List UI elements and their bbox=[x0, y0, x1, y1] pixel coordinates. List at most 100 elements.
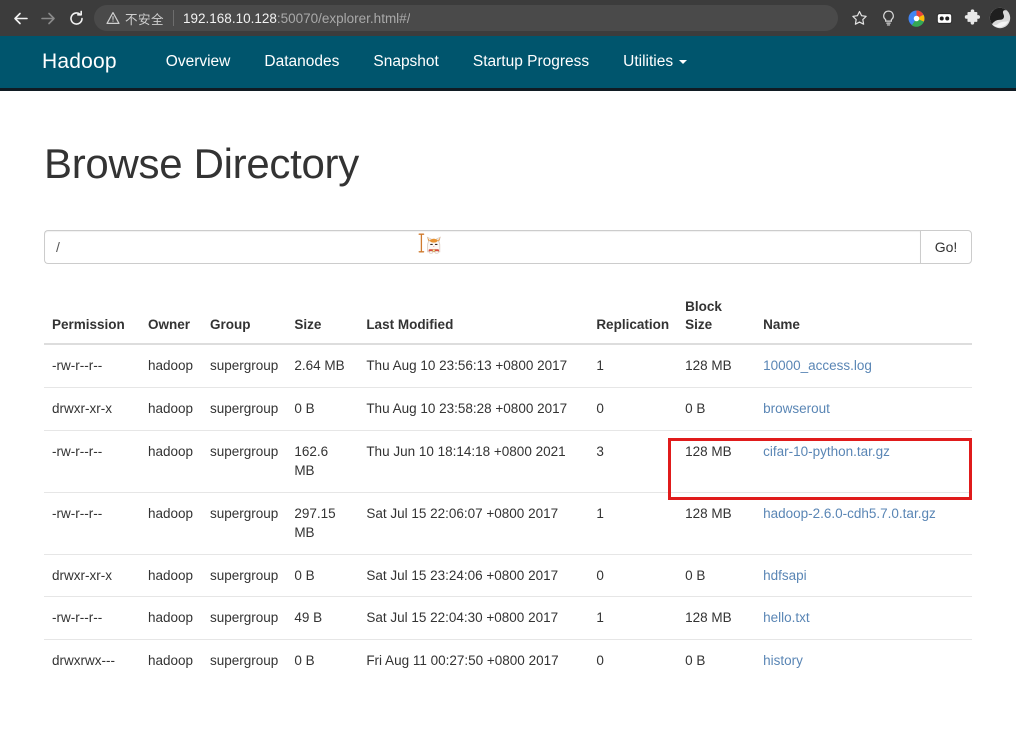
not-secure-warning-icon bbox=[106, 11, 120, 25]
page-title: Browse Directory bbox=[44, 140, 359, 187]
nav-link-overview-label: Overview bbox=[165, 53, 231, 70]
lightbulb-icon[interactable] bbox=[874, 3, 902, 33]
navbar-links: Overview Datanodes Snapshot Startup Prog… bbox=[149, 53, 704, 71]
cell-permission: -rw-r--r-- bbox=[44, 596, 140, 640]
nav-link-startup-progress-label: Startup Progress bbox=[472, 53, 590, 70]
bookmark-star-icon[interactable] bbox=[846, 5, 872, 31]
cell-owner: hadoop bbox=[140, 638, 202, 682]
address-bar-divider bbox=[173, 10, 175, 26]
table-body: -rw-r--r-- hadoop supergroup 2.64 MB Thu Aug… bbox=[44, 344, 972, 682]
page-content: Browse Directory Go! Permission Owner Gr… bbox=[0, 94, 1016, 682]
table-row: -rw-r--r-- hadoop supergroup 297.15 MB Sat J… bbox=[44, 491, 972, 555]
cell-group: supergroup bbox=[202, 553, 287, 597]
table-header: Permission Owner Group Size Last Modifie… bbox=[44, 290, 972, 346]
cell-last-modified: Thu Jun 10 18:14:18 +0800 2021 bbox=[358, 429, 589, 493]
cell-block-size: 128 MB bbox=[685, 358, 732, 374]
puzzle-icon[interactable] bbox=[958, 3, 986, 33]
cell-name: browserout bbox=[755, 387, 972, 431]
cell-group: supergroup bbox=[202, 491, 287, 555]
cell-owner: hadoop bbox=[148, 358, 194, 374]
table-row: drwxr-xr-x hadoop supergroup 0 B Sat Jul 15 … bbox=[44, 553, 972, 597]
nav-link-utilities-label: Utilities bbox=[623, 53, 674, 70]
cell-size: 0 B bbox=[286, 553, 359, 597]
cell-replication: 1 bbox=[596, 358, 604, 374]
hadoop-navbar: Hadoop Overview Datanodes Snapshot Start… bbox=[0, 36, 1016, 91]
cell-replication: 1 bbox=[588, 491, 678, 555]
avatar-icon[interactable] bbox=[986, 3, 1014, 33]
column-header-last-modified: Last Modified bbox=[358, 290, 589, 346]
cell-group: supergroup bbox=[202, 638, 287, 682]
cell-name: hadoop-2.6.0-cdh5.7.0.tar.gz bbox=[755, 491, 972, 555]
nav-link-datanodes[interactable]: Datanodes bbox=[247, 53, 356, 71]
url-host: 192.168.10.128 bbox=[183, 10, 277, 26]
cell-block-size: 0 B bbox=[677, 638, 756, 682]
file-link[interactable]: browserout bbox=[763, 401, 830, 416]
cell-group: supergroup bbox=[210, 358, 279, 374]
cell-block-size: 128 MB bbox=[677, 596, 756, 640]
cell-size: 297.15 MB bbox=[286, 491, 359, 555]
cell-replication: 3 bbox=[588, 429, 678, 493]
file-link[interactable]: hello.txt bbox=[763, 610, 810, 625]
cell-name: cifar-10-python.tar.gz bbox=[755, 429, 972, 493]
table-row: -rw-r--r-- hadoop supergroup 162.6 MB Thu Ju… bbox=[44, 429, 972, 493]
cell-size: 0 B bbox=[286, 638, 359, 682]
cell-group: supergroup bbox=[202, 596, 287, 640]
table-row: -rw-r--r-- hadoop supergroup 49 B Sat Jul 15… bbox=[44, 596, 972, 640]
cell-last-modified: Thu Aug 10 23:56:13 +0800 2017 bbox=[366, 358, 568, 374]
nav-link-snapshot[interactable]: Snapshot bbox=[356, 53, 456, 71]
file-link[interactable]: history bbox=[763, 653, 803, 668]
browser-extension-icons bbox=[874, 3, 1016, 33]
nav-link-utilities[interactable]: Utilities bbox=[606, 53, 704, 71]
directory-listing-table: Permission Owner Group Size Last Modifie… bbox=[44, 290, 972, 682]
cell-group: supergroup bbox=[202, 387, 287, 431]
file-link[interactable]: 10000_access.log bbox=[763, 358, 872, 373]
address-bar[interactable]: 不安全 192.168.10.128:50070/explorer.html#/ bbox=[94, 5, 838, 31]
cell-permission: drwxr-xr-x bbox=[44, 387, 140, 431]
nav-link-snapshot-label: Snapshot bbox=[373, 53, 439, 70]
table-row: -rw-r--r-- hadoop supergroup 2.64 MB Thu Aug… bbox=[44, 344, 972, 387]
cell-replication: 0 bbox=[588, 387, 678, 431]
column-header-block-size: Block Size bbox=[677, 290, 756, 346]
cell-permission: drwxrwx--- bbox=[44, 638, 140, 682]
reload-button[interactable] bbox=[62, 4, 90, 32]
cell-block-size: 0 B bbox=[677, 387, 756, 431]
file-link[interactable]: cifar-10-python.tar.gz bbox=[763, 444, 890, 459]
navbar-brand[interactable]: Hadoop bbox=[42, 50, 117, 74]
column-header-group: Group bbox=[202, 290, 287, 346]
goggles-icon[interactable] bbox=[930, 3, 958, 33]
cell-last-modified: Fri Aug 11 00:27:50 +0800 2017 bbox=[358, 638, 589, 682]
column-header-name: Name bbox=[755, 290, 972, 346]
browser-chrome: 不安全 192.168.10.128:50070/explorer.html#/ bbox=[0, 0, 1016, 36]
path-browse-bar: Go! bbox=[44, 230, 972, 264]
color-wheel-icon[interactable] bbox=[902, 3, 930, 33]
cell-size: 0 B bbox=[286, 387, 359, 431]
cell-block-size: 128 MB bbox=[677, 429, 756, 493]
cell-owner: hadoop bbox=[140, 491, 202, 555]
browser-nav-buttons bbox=[0, 4, 90, 32]
cell-last-modified: Sat Jul 15 22:06:07 +0800 2017 bbox=[358, 491, 589, 555]
cell-block-size: 0 B bbox=[677, 553, 756, 597]
back-button[interactable] bbox=[6, 4, 34, 32]
go-button[interactable]: Go! bbox=[920, 230, 972, 264]
column-header-replication: Replication bbox=[588, 290, 678, 346]
not-secure-label: 不安全 bbox=[125, 12, 165, 27]
column-header-permission: Permission bbox=[44, 290, 140, 346]
directory-path-input[interactable] bbox=[44, 230, 920, 264]
file-link[interactable]: hadoop-2.6.0-cdh5.7.0.tar.gz bbox=[763, 506, 936, 521]
cell-owner: hadoop bbox=[140, 429, 202, 493]
forward-button[interactable] bbox=[34, 4, 62, 32]
url-path: :50070/explorer.html#/ bbox=[276, 10, 411, 26]
file-link[interactable]: hdfsapi bbox=[763, 568, 807, 583]
cell-block-size: 128 MB bbox=[677, 491, 756, 555]
cell-replication: 0 bbox=[588, 638, 678, 682]
cell-permission: drwxr-xr-x bbox=[44, 553, 140, 597]
cell-owner: hadoop bbox=[140, 596, 202, 640]
chevron-down-icon bbox=[679, 60, 688, 64]
nav-link-overview[interactable]: Overview bbox=[149, 53, 248, 71]
column-header-size: Size bbox=[286, 290, 359, 346]
nav-link-datanodes-label: Datanodes bbox=[264, 53, 340, 70]
column-header-owner: Owner bbox=[140, 290, 202, 346]
cell-permission: -rw-r--r-- bbox=[52, 358, 103, 374]
cell-replication: 1 bbox=[588, 596, 678, 640]
nav-link-startup-progress[interactable]: Startup Progress bbox=[456, 53, 606, 71]
